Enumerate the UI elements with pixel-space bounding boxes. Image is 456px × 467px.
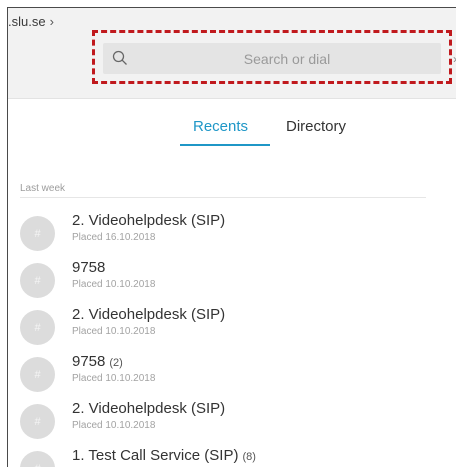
domain-breadcrumb[interactable]: .slu.se › — [8, 14, 54, 29]
list-item[interactable]: # 9758 (2) Placed 10.10.2018 — [8, 349, 456, 396]
section-label: Last week — [20, 183, 66, 194]
search-input[interactable]: Search or dial — [103, 43, 441, 74]
active-tab-indicator — [180, 144, 270, 146]
list-item[interactable]: # 2. Videohelpdesk (SIP) Placed 10.10.20… — [8, 302, 456, 349]
avatar: # — [20, 404, 55, 439]
avatar: # — [20, 451, 55, 467]
avatar: # — [20, 263, 55, 298]
list-item[interactable]: # 2. Videohelpdesk (SIP) Placed 10.10.20… — [8, 396, 456, 443]
search-placeholder: Search or dial — [243, 50, 331, 67]
list-item-title: 2. Videohelpdesk (SIP) — [72, 212, 226, 229]
list-item-subtitle: Placed 10.10.2018 — [72, 279, 156, 290]
tab-bar: Recents Directory — [8, 118, 456, 150]
tab-directory[interactable]: Directory — [286, 118, 346, 135]
list-item-subtitle: Placed 10.10.2018 — [72, 373, 156, 384]
avatar: # — [20, 310, 55, 345]
search-icon — [112, 50, 127, 65]
list-item-subtitle: Placed 10.10.2018 — [72, 326, 156, 337]
list-item-subtitle: Placed 10.10.2018 — [72, 420, 156, 431]
section-divider — [20, 197, 426, 198]
list-item-title: 2. Videohelpdesk (SIP) — [72, 400, 226, 417]
list-item-title: 2. Videohelpdesk (SIP) — [72, 306, 226, 323]
recents-list: # 2. Videohelpdesk (SIP) Placed 16.10.20… — [8, 208, 456, 467]
list-item-title: 1. Test Call Service (SIP) (8) — [72, 447, 256, 464]
avatar: # — [20, 357, 55, 392]
chevron-right-icon: › — [49, 14, 54, 29]
avatar: # — [20, 216, 55, 251]
list-item-subtitle: Placed 16.10.2018 — [72, 232, 156, 243]
app-window: .slu.se › Search or dial › Recents Direc… — [7, 7, 456, 467]
list-item[interactable]: # 1. Test Call Service (SIP)(8) — [8, 443, 456, 467]
header-bar: .slu.se › Search or dial › — [8, 8, 456, 99]
list-item[interactable]: # 9758 Placed 10.10.2018 — [8, 255, 456, 302]
list-item[interactable]: # 2. Videohelpdesk (SIP) Placed 16.10.20… — [8, 208, 456, 255]
domain-label: .slu.se — [8, 14, 46, 29]
list-item-title: 9758 — [72, 259, 106, 276]
list-item-title: 9758 (2) — [72, 353, 123, 370]
tab-recents[interactable]: Recents — [193, 118, 248, 135]
